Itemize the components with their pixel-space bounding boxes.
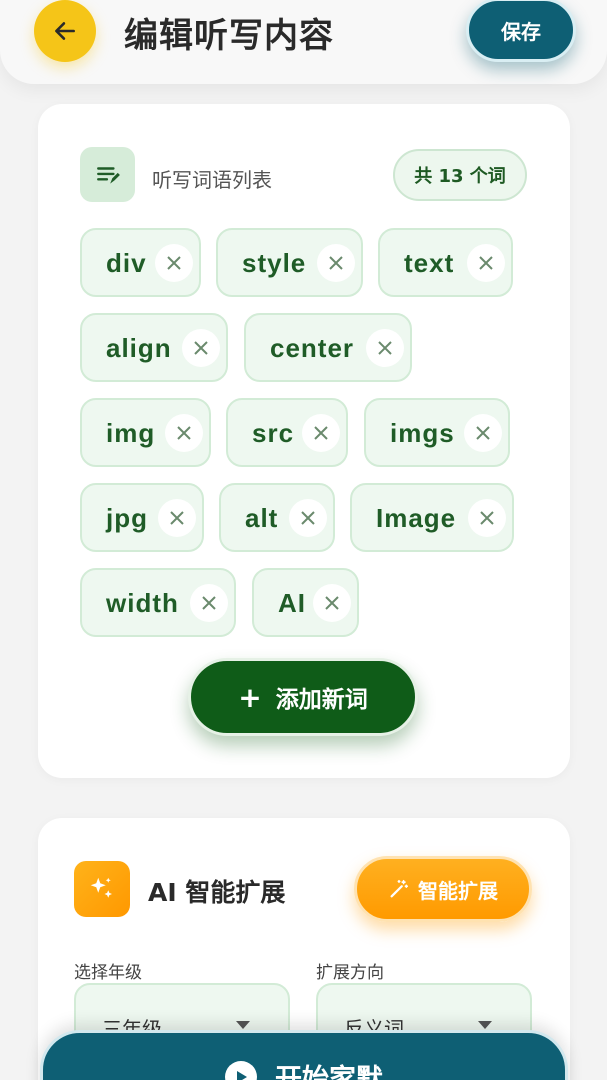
close-icon — [177, 426, 191, 440]
play-icon — [225, 1061, 257, 1080]
add-word-button[interactable]: + 添加新词 — [188, 658, 418, 736]
word-chip-label: width — [106, 588, 179, 618]
page-title: 编辑听写内容 — [124, 16, 334, 56]
remove-word-button[interactable] — [464, 414, 502, 452]
save-button[interactable]: 保存 — [466, 0, 576, 62]
remove-word-button[interactable] — [468, 499, 506, 537]
close-icon — [476, 426, 490, 440]
word-chip: text — [378, 228, 513, 297]
remove-word-button[interactable] — [190, 584, 228, 622]
caret-down-icon — [236, 1021, 250, 1029]
word-count-badge: 共 13 个词 — [393, 149, 527, 201]
close-icon — [479, 256, 493, 270]
word-chip-label: style — [242, 248, 307, 278]
grade-label: 选择年级 — [74, 963, 142, 983]
arrow-left-icon — [55, 22, 75, 40]
remove-word-button[interactable] — [467, 244, 505, 282]
word-chip-label: jpg — [106, 503, 148, 533]
word-chip: jpg — [80, 483, 204, 552]
word-list-card: 听写词语列表 共 13 个词 div style text align cent… — [38, 104, 570, 778]
word-chip: AI — [252, 568, 359, 637]
word-chip: Image — [350, 483, 514, 552]
close-icon — [480, 511, 494, 525]
remove-word-button[interactable] — [158, 499, 196, 537]
remove-word-button[interactable] — [289, 499, 327, 537]
ai-expand-button-label: 智能扩展 — [418, 878, 498, 903]
add-word-label: 添加新词 — [275, 687, 368, 713]
word-list-title: 听写词语列表 — [152, 168, 272, 192]
word-chip: img — [80, 398, 211, 467]
word-chip-label: AI — [278, 588, 306, 618]
remove-word-button[interactable] — [366, 329, 404, 367]
direction-label: 扩展方向 — [316, 963, 384, 983]
ai-expand-button[interactable]: 智能扩展 — [354, 856, 532, 922]
word-chip: src — [226, 398, 348, 467]
start-dictation-label: 开始家默 — [275, 1064, 383, 1080]
remove-word-button[interactable] — [155, 244, 193, 282]
list-edit-icon — [80, 147, 135, 202]
word-chip: imgs — [364, 398, 510, 467]
remove-word-button[interactable] — [182, 329, 220, 367]
word-chip: center — [244, 313, 412, 382]
word-chip: width — [80, 568, 236, 637]
remove-word-button[interactable] — [302, 414, 340, 452]
caret-down-icon — [478, 1021, 492, 1029]
start-dictation-button[interactable]: 开始家默 — [40, 1030, 568, 1080]
word-chip: alt — [219, 483, 335, 552]
back-button[interactable] — [34, 0, 96, 62]
plus-icon: + — [238, 680, 262, 714]
word-chip-label: text — [404, 248, 455, 278]
close-icon — [301, 511, 315, 525]
remove-word-button[interactable] — [313, 584, 351, 622]
close-icon — [325, 596, 339, 610]
close-icon — [202, 596, 216, 610]
word-chip-label: src — [252, 418, 295, 448]
word-chip-label: Image — [376, 503, 457, 533]
remove-word-button[interactable] — [317, 244, 355, 282]
word-chip-label: div — [106, 248, 147, 278]
remove-word-button[interactable] — [165, 414, 203, 452]
close-icon — [378, 341, 392, 355]
magic-wand-icon — [390, 879, 409, 898]
word-chip-label: imgs — [390, 418, 455, 448]
close-icon — [170, 511, 184, 525]
word-chip: style — [216, 228, 363, 297]
sparkle-icon — [74, 861, 130, 917]
word-chip-label: align — [106, 333, 172, 363]
close-icon — [314, 426, 328, 440]
word-chip: div — [80, 228, 201, 297]
word-chip: align — [80, 313, 228, 382]
word-chip-label: img — [106, 418, 156, 448]
close-icon — [194, 341, 208, 355]
ai-expand-title: AI 智能扩展 — [148, 878, 286, 907]
close-icon — [167, 256, 181, 270]
word-chip-label: center — [270, 333, 355, 363]
close-icon — [329, 256, 343, 270]
word-chip-label: alt — [245, 503, 279, 533]
